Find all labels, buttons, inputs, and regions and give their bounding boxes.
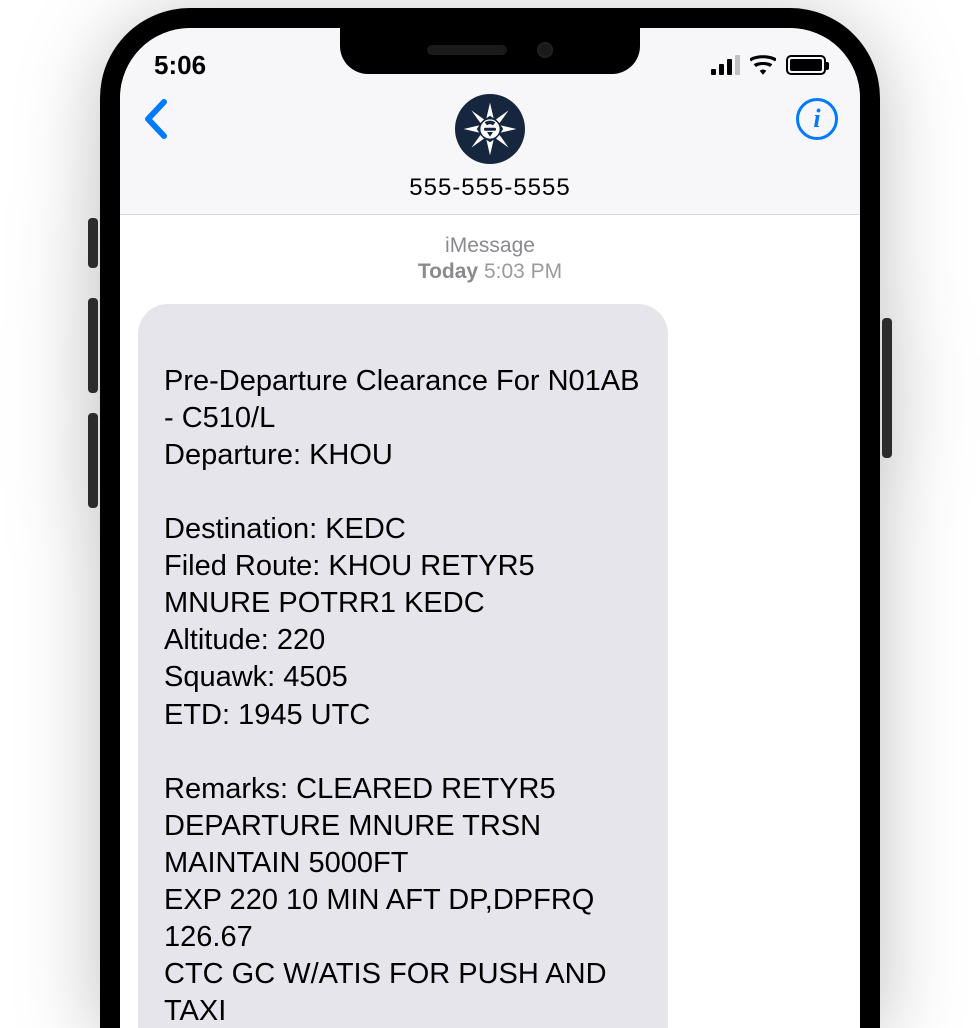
- phone-front-camera: [537, 42, 553, 58]
- phone-volume-up: [88, 298, 98, 393]
- details-button[interactable]: i: [778, 94, 838, 140]
- phone-power-button: [882, 318, 892, 458]
- status-time: 5:06: [154, 50, 206, 81]
- conversation-header: 555-555-5555 i: [120, 84, 860, 215]
- thread-time: 5:03 PM: [484, 260, 562, 283]
- back-button[interactable]: [142, 94, 202, 147]
- battery-icon: [786, 55, 826, 75]
- phone-screen: 5:06: [120, 28, 860, 1028]
- contact-block[interactable]: 555-555-5555: [202, 94, 778, 202]
- phone-frame: 5:06: [100, 8, 880, 1028]
- phone-notch: [340, 26, 640, 74]
- phone-speaker: [427, 45, 507, 55]
- cellular-signal-icon: [711, 55, 740, 75]
- channel-label: iMessage: [138, 233, 842, 259]
- contact-avatar-compass-icon: [455, 94, 525, 164]
- thread-day: Today: [418, 260, 478, 283]
- phone-mute-switch: [88, 218, 98, 268]
- incoming-message-bubble[interactable]: Pre-Departure Clearance For N01AB - C510…: [138, 304, 668, 1028]
- phone-volume-down: [88, 413, 98, 508]
- wifi-icon: [750, 55, 776, 75]
- message-text: Pre-Departure Clearance For N01AB - C510…: [164, 365, 639, 1028]
- thread-timestamp: iMessage Today 5:03 PM: [138, 233, 842, 286]
- conversation-thread[interactable]: iMessage Today 5:03 PM Pre-Departure Cle…: [120, 215, 860, 1028]
- info-icon: i: [796, 98, 838, 140]
- contact-name: 555-555-5555: [409, 174, 570, 202]
